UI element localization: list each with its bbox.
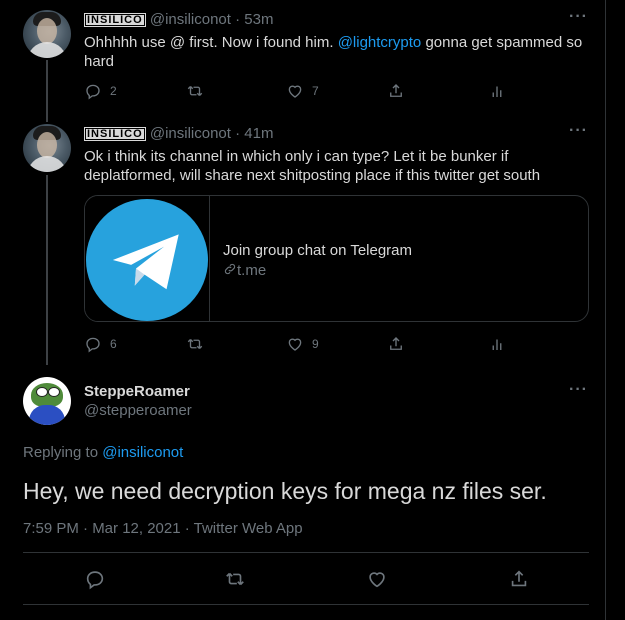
like-button[interactable]: 9 (286, 335, 319, 353)
heart-icon (288, 85, 302, 98)
share-icon (390, 337, 402, 350)
thread-line (46, 60, 48, 122)
link-icon (224, 263, 236, 275)
tweet-header: INSILICO @insiliconot · 53m (84, 11, 273, 28)
mention-link[interactable]: @lightcrypto (338, 34, 422, 51)
like-count: 9 (312, 337, 319, 351)
tweet-text: Ok i think its channel in which only i c… (84, 148, 541, 184)
tweet-meta[interactable]: 7:59 PM · Mar 12, 2021 · Twitter Web App (23, 520, 303, 537)
like-count: 7 (312, 84, 319, 98)
retweet-icon (226, 572, 244, 586)
main-tweet-actions (84, 568, 534, 590)
heart-icon (369, 572, 385, 588)
tweet-actions: 6 9 (84, 335, 524, 355)
card-image (85, 196, 210, 321)
timestamp[interactable]: · 41m (235, 125, 273, 142)
reply-button[interactable]: 2 (84, 82, 117, 100)
replying-to-link[interactable]: @insiliconot (102, 444, 183, 461)
share-icon (390, 84, 402, 97)
retweet-button[interactable] (186, 335, 204, 353)
retweet-icon (187, 339, 203, 349)
handle[interactable]: @stepperoamer (84, 402, 192, 419)
avatar[interactable] (23, 10, 71, 58)
like-button[interactable] (366, 568, 388, 590)
divider (23, 604, 589, 605)
telegram-logo (86, 199, 208, 321)
more-options-button[interactable]: ··· (569, 381, 588, 399)
reply-icon (86, 571, 104, 590)
reply-count: 6 (110, 337, 117, 351)
tweet-actions: 2 7 (84, 82, 524, 102)
handle[interactable]: @insiliconot (150, 125, 231, 142)
reply-count: 2 (110, 84, 117, 98)
analytics-button[interactable] (488, 335, 506, 353)
divider (23, 552, 589, 553)
more-options-button[interactable]: ··· (569, 122, 588, 140)
link-card[interactable]: Join group chat on Telegram t.me (84, 195, 589, 322)
reply-icon (86, 337, 100, 353)
handle[interactable]: @insiliconot (150, 11, 231, 28)
display-name[interactable]: INSILICO (84, 127, 146, 141)
share-button[interactable] (387, 82, 405, 100)
tweet-text: Hey, we need decryption keys for mega nz… (23, 478, 547, 504)
reply-icon (86, 84, 100, 100)
analytics-icon (492, 339, 502, 350)
share-button[interactable] (387, 335, 405, 353)
like-button[interactable]: 7 (286, 82, 319, 100)
replying-to: Replying to @insiliconot (23, 444, 184, 461)
share-button[interactable] (508, 568, 530, 590)
reply-button[interactable] (84, 568, 106, 590)
tweet-header: INSILICO @insiliconot · 41m (84, 125, 273, 142)
retweet-button[interactable] (224, 568, 246, 590)
analytics-button[interactable] (488, 82, 506, 100)
card-domain: t.me (223, 262, 266, 279)
timestamp[interactable]: · 53m (235, 11, 273, 28)
analytics-icon (492, 86, 502, 97)
card-title: Join group chat on Telegram (223, 242, 413, 259)
retweet-icon (187, 86, 203, 96)
heart-icon (288, 338, 302, 351)
display-name[interactable]: INSILICO (84, 13, 146, 27)
reply-button[interactable]: 6 (84, 335, 117, 353)
avatar[interactable] (23, 124, 71, 172)
more-options-button[interactable]: ··· (569, 8, 588, 26)
display-name[interactable]: SteppeRoamer (84, 383, 190, 400)
thread-line (46, 175, 48, 365)
avatar[interactable] (23, 377, 71, 425)
share-icon (511, 570, 527, 587)
column-border (605, 0, 606, 620)
retweet-button[interactable] (186, 82, 204, 100)
tweet-text: Ohhhhh use @ first. Now i found him. @li… (84, 34, 583, 70)
